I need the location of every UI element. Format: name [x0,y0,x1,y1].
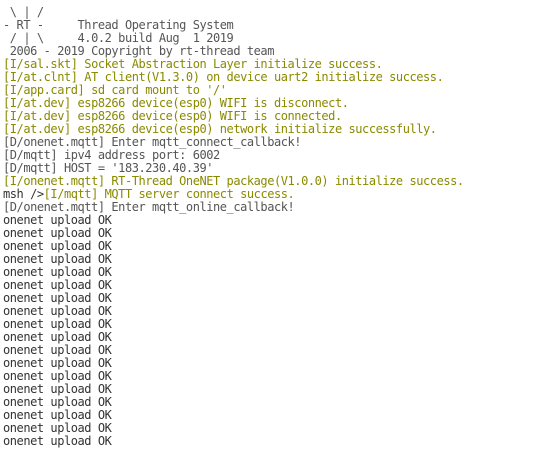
terminal-line-text: / | \ 4.0.2 build Aug 1 2019 [3,32,234,45]
terminal-line-text: onenet upload OK [3,253,112,266]
terminal-line-text: [I/mqtt] MQTT server connect success. [43,188,295,201]
terminal-line-text: msh /> [3,188,44,201]
terminal-line-text: onenet upload OK [3,435,112,448]
terminal-line: [I/onenet.mqtt] RT-Thread OneNET package… [3,175,554,188]
terminal-line-text: [D/onenet.mqtt] Enter mqtt_online_callba… [3,201,295,214]
terminal-line-text: onenet upload OK [3,383,112,396]
terminal-line: onenet upload OK [3,370,554,383]
terminal-line: onenet upload OK [3,214,554,227]
terminal-line-text: [D/mqtt] ipv4 address port: 6002 [3,149,220,162]
terminal-line: onenet upload OK [3,435,554,448]
terminal-line-text: [I/sal.skt] Socket Abstraction Layer ini… [3,58,383,71]
terminal-line-text: onenet upload OK [3,279,112,292]
terminal-output[interactable]: \ | / - RT - Thread Operating System / | … [0,0,554,463]
terminal-line: \ | / [3,6,554,19]
terminal-line: [D/onenet.mqtt] Enter mqtt_connect_callb… [3,136,554,149]
terminal-line: [I/at.dev] esp8266 device(esp0) WIFI is … [3,110,554,123]
terminal-line-text: [I/at.dev] esp8266 device(esp0) WIFI is … [3,97,349,110]
terminal-line: onenet upload OK [3,357,554,370]
terminal-line-text: onenet upload OK [3,357,112,370]
terminal-line-text: [I/at.clnt] AT client(V1.3.0) on device … [3,71,444,84]
terminal-line: [I/at.dev] esp8266 device(esp0) WIFI is … [3,97,554,110]
terminal-line-text: [D/onenet.mqtt] Enter mqtt_connect_callb… [3,136,302,149]
terminal-line-text: 2006 - 2019 Copyright by rt-thread team [3,45,275,58]
terminal-line: onenet upload OK [3,383,554,396]
terminal-line-text: [I/app.card] sd card mount to '/' [3,84,227,97]
terminal-line: onenet upload OK [3,240,554,253]
terminal-line: onenet upload OK [3,318,554,331]
terminal-line: [I/at.dev] esp8266 device(esp0) network … [3,123,554,136]
terminal-line-text: onenet upload OK [3,422,112,435]
terminal-line: onenet upload OK [3,396,554,409]
terminal-line-text: onenet upload OK [3,292,112,305]
terminal-line: onenet upload OK [3,292,554,305]
terminal-line-text: onenet upload OK [3,240,112,253]
terminal-line-text: \ | / [3,6,44,19]
terminal-line: onenet upload OK [3,227,554,240]
terminal-line: [D/mqtt] ipv4 address port: 6002 [3,149,554,162]
terminal-line: onenet upload OK [3,279,554,292]
terminal-line: onenet upload OK [3,344,554,357]
terminal-line: onenet upload OK [3,305,554,318]
terminal-line: [I/at.clnt] AT client(V1.3.0) on device … [3,71,554,84]
terminal-line: onenet upload OK [3,331,554,344]
terminal-line-text: [I/onenet.mqtt] RT-Thread OneNET package… [3,175,464,188]
terminal-line: 2006 - 2019 Copyright by rt-thread team [3,45,554,58]
terminal-line-text: [D/mqtt] HOST = '183.230.40.39' [3,162,214,175]
terminal-line-text: [I/at.dev] esp8266 device(esp0) WIFI is … [3,110,342,123]
terminal-line-text: onenet upload OK [3,305,112,318]
terminal-line-text: onenet upload OK [3,409,112,422]
terminal-line: [I/sal.skt] Socket Abstraction Layer ini… [3,58,554,71]
terminal-line: [D/onenet.mqtt] Enter mqtt_online_callba… [3,201,554,214]
terminal-line: / | \ 4.0.2 build Aug 1 2019 [3,32,554,45]
terminal-line-text: onenet upload OK [3,396,112,409]
terminal-line: onenet upload OK [3,409,554,422]
terminal-line-text: onenet upload OK [3,370,112,383]
terminal-line-text: - RT - Thread Operating System [3,19,234,32]
terminal-line: [I/app.card] sd card mount to '/' [3,84,554,97]
terminal-line-text: onenet upload OK [3,344,112,357]
terminal-line-text: onenet upload OK [3,331,112,344]
terminal-line: [D/mqtt] HOST = '183.230.40.39' [3,162,554,175]
terminal-line-text: onenet upload OK [3,214,112,227]
terminal-line-text: [I/at.dev] esp8266 device(esp0) network … [3,123,437,136]
terminal-line: onenet upload OK [3,422,554,435]
terminal-line-text: onenet upload OK [3,266,112,279]
terminal-line: onenet upload OK [3,266,554,279]
terminal-line: onenet upload OK [3,253,554,266]
terminal-line: msh />[I/mqtt] MQTT server connect succe… [3,188,554,201]
terminal-line-text: onenet upload OK [3,227,112,240]
terminal-line-text: onenet upload OK [3,318,112,331]
terminal-line: - RT - Thread Operating System [3,19,554,32]
